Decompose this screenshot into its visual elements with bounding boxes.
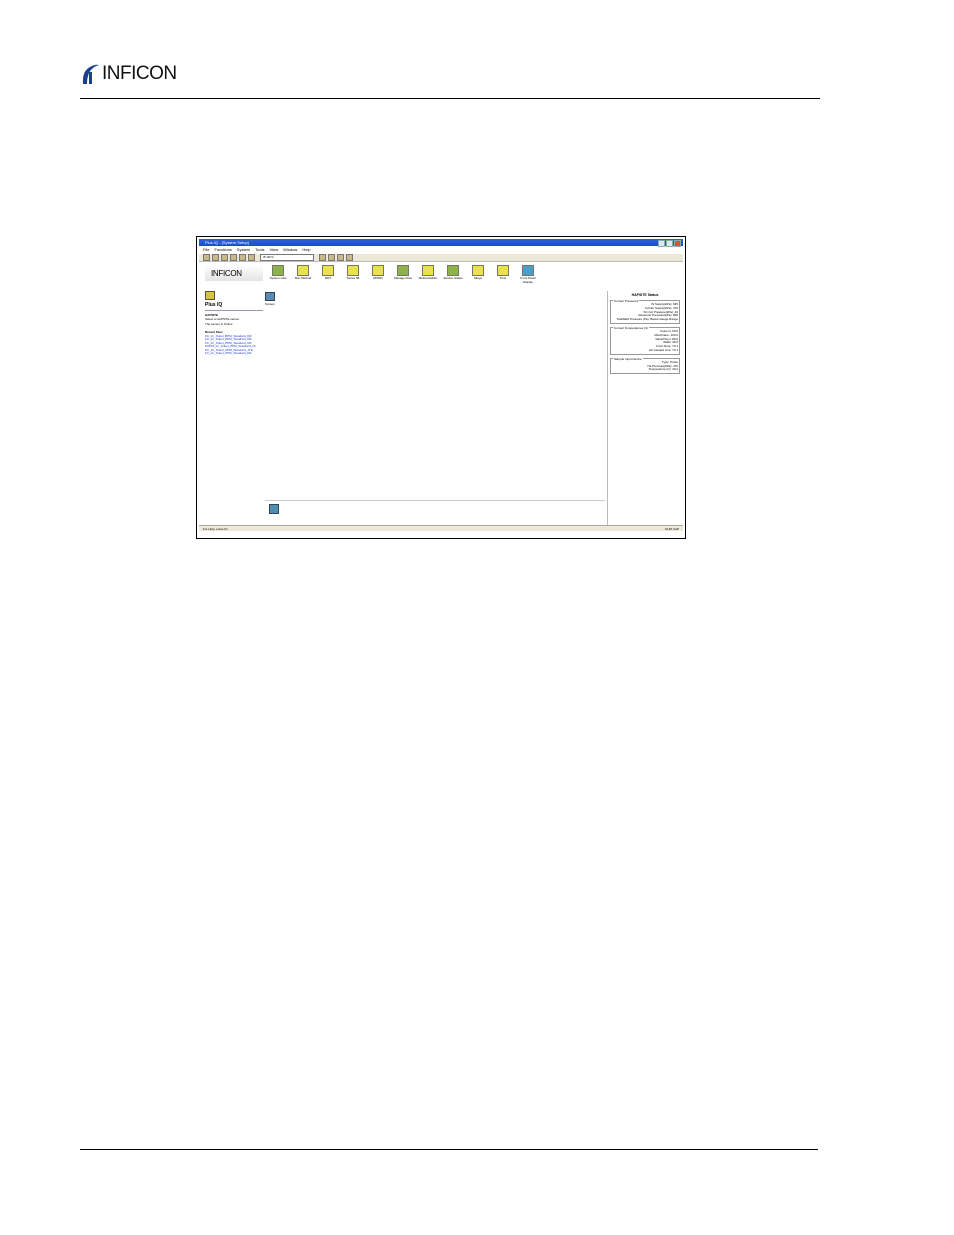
sifeye-icon bbox=[472, 265, 484, 276]
inner-inficon-logo: INFICON bbox=[205, 265, 263, 281]
cut-icon[interactable] bbox=[230, 254, 237, 261]
method-editor-icon bbox=[422, 265, 434, 276]
icon-manage-files[interactable]: Manage Files bbox=[392, 265, 414, 284]
header-rule bbox=[80, 98, 820, 99]
icon-rdt[interactable]: RDT bbox=[317, 265, 339, 284]
paste-icon[interactable] bbox=[248, 254, 255, 261]
menu-help[interactable]: Help bbox=[302, 247, 310, 253]
hapsite-section: HAPSITE Select a HAPSITE sensor The sens… bbox=[205, 313, 263, 327]
status-indicators: NUM CAP bbox=[665, 527, 679, 531]
icon-service-status[interactable]: Service Status bbox=[442, 265, 464, 284]
run-method-icon bbox=[297, 265, 309, 276]
status-bar: For Help, press F1 NUM CAP bbox=[199, 525, 683, 531]
inficon-swoosh-icon bbox=[82, 64, 99, 84]
system-icon[interactable] bbox=[265, 292, 275, 301]
tune-icon bbox=[497, 265, 509, 276]
icon-series[interactable]: Series 58 bbox=[342, 265, 364, 284]
window-cascade-icon[interactable] bbox=[337, 254, 344, 261]
menu-tools[interactable]: Tools bbox=[255, 247, 264, 253]
minimize-icon[interactable] bbox=[658, 240, 665, 247]
page-header: INFICON bbox=[80, 58, 820, 98]
menu-functions[interactable]: Functions bbox=[214, 247, 231, 253]
service-status-icon bbox=[447, 265, 459, 276]
print-icon[interactable] bbox=[221, 254, 228, 261]
icon-front-panel[interactable]: Front Panel Display bbox=[517, 265, 539, 284]
status-row: Temperature (C): 40.2 bbox=[648, 367, 678, 372]
workspace-divider bbox=[265, 500, 605, 501]
plus-iq-icon bbox=[205, 291, 215, 300]
system-view-icon bbox=[272, 265, 284, 276]
instrument-select[interactable]: IP-3074 bbox=[260, 254, 314, 261]
pressures-group: Current Pressures IS Supply(kPa): 625 Ca… bbox=[610, 299, 680, 324]
left-panel: INFICON Plus IQ HAPSITE Select a HAPSITE… bbox=[205, 265, 263, 527]
icon-system-view[interactable]: System view bbox=[267, 265, 289, 284]
icon-method-editor[interactable]: Method Editor bbox=[417, 265, 439, 284]
footer-rule bbox=[80, 1149, 818, 1150]
front-panel-icon bbox=[522, 265, 534, 276]
main-workspace: System bbox=[265, 292, 605, 522]
function-icon-bar: System view Run Method RDT Series 58 RPI… bbox=[267, 265, 539, 284]
window-title: Plus IQ - [System Setup] bbox=[205, 240, 249, 245]
monitor-icon[interactable] bbox=[346, 254, 353, 261]
manage-files-icon bbox=[397, 265, 409, 276]
icon-rpird[interactable]: RPIRD bbox=[367, 265, 389, 284]
status-row: GC Heated Line: 70.1 bbox=[648, 347, 678, 352]
brand-name: INFICON bbox=[102, 63, 177, 84]
help-icon[interactable] bbox=[319, 254, 326, 261]
menu-file[interactable]: File bbox=[203, 247, 209, 253]
sample-input-group: Sample Input Device Type: Probe N2 Press… bbox=[610, 356, 680, 375]
system-label: System bbox=[265, 302, 276, 306]
temperatures-group: Current Temperatures (C) Column: 60.5 Me… bbox=[610, 325, 680, 355]
minimized-window-icon[interactable] bbox=[269, 504, 279, 514]
panel-divider bbox=[205, 310, 263, 311]
toolbar: IP-3074 bbox=[199, 254, 683, 262]
software-screenshot-figure: Plus IQ - [System Setup] File Functions … bbox=[196, 236, 686, 539]
menu-system[interactable]: System bbox=[237, 247, 250, 253]
window-title-bar: Plus IQ - [System Setup] bbox=[199, 239, 683, 247]
menu-bar: File Functions System Tools View Window … bbox=[199, 247, 683, 253]
open-icon[interactable] bbox=[203, 254, 210, 261]
inficon-logo: INFICON bbox=[80, 60, 177, 88]
save-icon[interactable] bbox=[212, 254, 219, 261]
rdt-icon bbox=[322, 265, 334, 276]
status-row: TotalNEG Pressure (Pa): Below Gauge Rang… bbox=[616, 317, 678, 322]
window-controls bbox=[658, 240, 681, 247]
hapsite-status-panel: HAPSITE Status Current Pressures IS Supp… bbox=[607, 291, 682, 527]
recent-files-section: Recent Files FC_trc_Toluol_BPM_Standard_… bbox=[205, 330, 263, 356]
status-help-text: For Help, press F1 bbox=[203, 527, 228, 531]
icon-run-method[interactable]: Run Method bbox=[292, 265, 314, 284]
rpird-icon bbox=[372, 265, 384, 276]
series-icon bbox=[347, 265, 359, 276]
window-tile-icon[interactable] bbox=[328, 254, 335, 261]
hapsite-heading: HAPSITE bbox=[205, 312, 219, 317]
sensor-status-text: The sensor is Online bbox=[205, 321, 233, 326]
status-panel-title: HAPSITE Status bbox=[631, 293, 659, 297]
icon-tune[interactable]: Tune bbox=[492, 265, 514, 284]
recent-file-link[interactable]: FC_trc_Toluol_PPM_Standard_DR bbox=[205, 352, 263, 356]
icon-sifeye[interactable]: Sifeye bbox=[467, 265, 489, 284]
menu-view[interactable]: View bbox=[269, 247, 278, 253]
plus-iq-title: Plus IQ bbox=[205, 302, 223, 308]
maximize-icon[interactable] bbox=[666, 240, 673, 247]
close-icon[interactable] bbox=[674, 240, 681, 247]
copy-icon[interactable] bbox=[239, 254, 246, 261]
menu-window[interactable]: Window bbox=[283, 247, 297, 253]
